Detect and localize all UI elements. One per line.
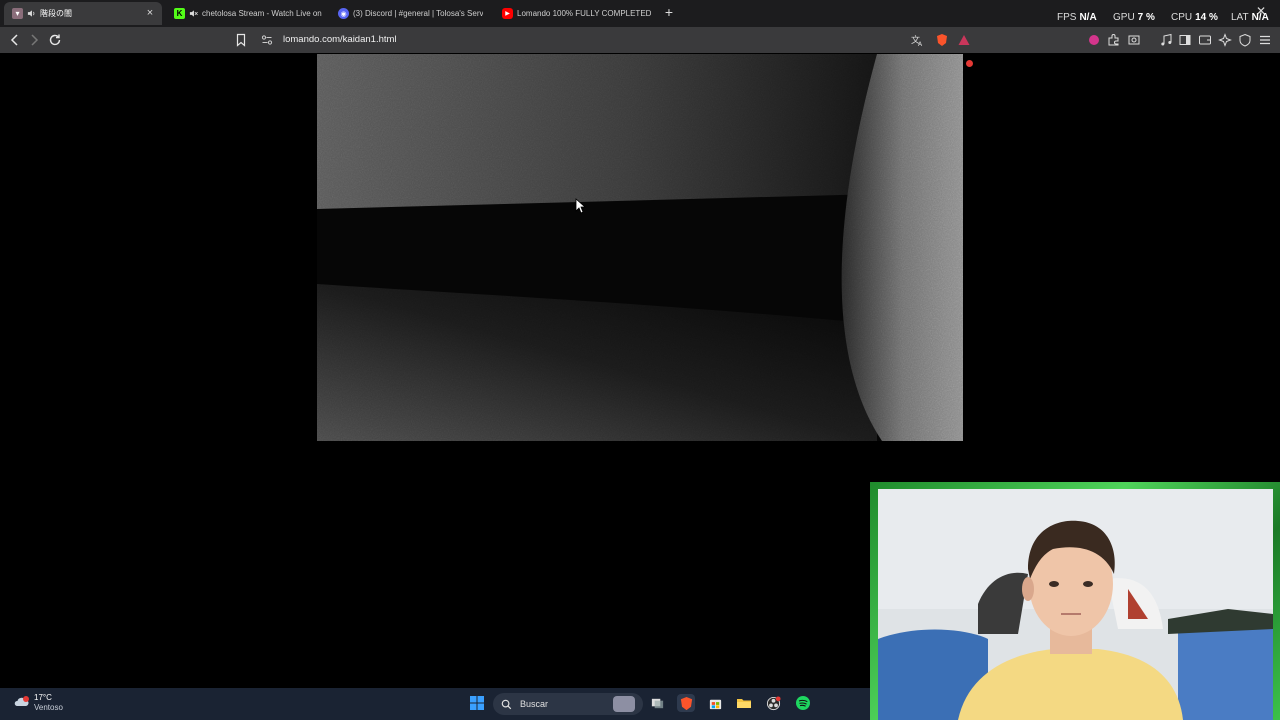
- search-highlight-icon: [613, 696, 635, 712]
- tab-kaidan[interactable]: ▾ 階段の闇 ×: [4, 2, 162, 25]
- youtube-icon: ▶: [502, 8, 513, 19]
- speaker-icon: [27, 10, 35, 17]
- fps-value: N/A: [1079, 12, 1097, 23]
- forward-icon[interactable]: [26, 32, 42, 48]
- webcam-feed: [878, 489, 1273, 720]
- kick-icon: K: [174, 8, 185, 19]
- microsoft-store-icon[interactable]: [706, 694, 724, 712]
- weather-warning-icon: [14, 696, 29, 706]
- cpu-counter: CPU 14 %: [1171, 12, 1218, 23]
- tab-youtube[interactable]: ▶ Lomando 100% FULLY COMPLETED S: [494, 2, 654, 25]
- spotify-icon[interactable]: [794, 694, 812, 712]
- lat-label: LAT: [1231, 12, 1249, 23]
- sidebar-icon[interactable]: [1177, 32, 1193, 48]
- tab-title: 階段の闇: [40, 9, 72, 18]
- webcam-overlay: [870, 482, 1280, 720]
- extensions-puzzle-icon[interactable]: [1106, 32, 1122, 48]
- translate-icon[interactable]: 文A: [909, 32, 925, 48]
- screenshot-icon[interactable]: [1126, 32, 1142, 48]
- search-icon: [501, 699, 512, 709]
- tab-title: (3) Discord | #general | Tolosa's Serv: [353, 9, 484, 18]
- brave-taskbar-icon[interactable]: [677, 694, 695, 712]
- tab-kick-stream[interactable]: K chetolosa Stream - Watch Live on: [166, 2, 326, 25]
- reload-icon[interactable]: [47, 32, 63, 48]
- media-music-icon[interactable]: [1158, 32, 1174, 48]
- weather-desc: Ventoso: [34, 703, 63, 712]
- window-close-icon[interactable]: ✕: [1256, 4, 1266, 18]
- bookmark-icon[interactable]: [233, 32, 249, 48]
- weather-temp: 17°C: [34, 693, 52, 702]
- dark-stairs-scene: [317, 54, 963, 441]
- extension-pink-icon[interactable]: [1086, 32, 1102, 48]
- search-placeholder: Buscar: [520, 699, 549, 709]
- task-view-icon[interactable]: [648, 694, 666, 712]
- tab-close-icon[interactable]: ×: [144, 7, 156, 19]
- tab-favicon-icon: ▾: [12, 8, 23, 19]
- muted-speaker-icon: [189, 10, 198, 17]
- tab-title: chetolosa Stream - Watch Live on: [202, 9, 322, 18]
- leo-ai-icon[interactable]: [1217, 32, 1233, 48]
- discord-icon: ◉: [338, 8, 349, 19]
- cpu-value: 14 %: [1195, 12, 1218, 23]
- gpu-label: GPU: [1113, 12, 1135, 23]
- streamer-figure: [878, 489, 1273, 720]
- brave-shields-icon[interactable]: [934, 32, 950, 48]
- menu-icon[interactable]: [1257, 32, 1273, 48]
- wallet-icon[interactable]: [1197, 32, 1213, 48]
- tab-title: Lomando 100% FULLY COMPLETED S: [517, 9, 654, 18]
- rewards-badge: [966, 60, 973, 67]
- mouse-cursor-icon: [575, 198, 587, 214]
- new-tab-button[interactable]: +: [662, 5, 676, 19]
- brave-rewards-icon[interactable]: [956, 32, 972, 48]
- obs-icon[interactable]: [764, 694, 782, 712]
- gpu-value: 7 %: [1137, 12, 1155, 23]
- windows-taskbar: 17°C Ventoso Buscar: [0, 688, 870, 720]
- back-icon[interactable]: [7, 32, 23, 48]
- address-bar[interactable]: lomando.com/kaidan1.html: [283, 34, 397, 45]
- tab-discord[interactable]: ◉ (3) Discord | #general | Tolosa's Serv: [330, 2, 490, 25]
- tab-strip: ▾ 階段の闇 × K chetolosa Stream - Watch Live…: [0, 0, 1280, 27]
- cpu-label: CPU: [1171, 12, 1193, 23]
- svg-text:A: A: [918, 41, 923, 47]
- browser-toolbar: lomando.com/kaidan1.html 文A: [0, 27, 1280, 67]
- windows-start-icon[interactable]: [468, 694, 486, 712]
- fps-counter: FPS N/A: [1057, 12, 1097, 23]
- taskbar-search[interactable]: Buscar: [493, 693, 643, 715]
- fps-label: FPS: [1057, 12, 1077, 23]
- weather-widget[interactable]: 17°C Ventoso: [14, 693, 63, 713]
- vpn-shield-icon[interactable]: [1237, 32, 1253, 48]
- site-settings-icon[interactable]: [259, 32, 275, 48]
- game-canvas[interactable]: [317, 54, 963, 441]
- file-explorer-icon[interactable]: [735, 694, 753, 712]
- gpu-counter: GPU 7 %: [1113, 12, 1155, 23]
